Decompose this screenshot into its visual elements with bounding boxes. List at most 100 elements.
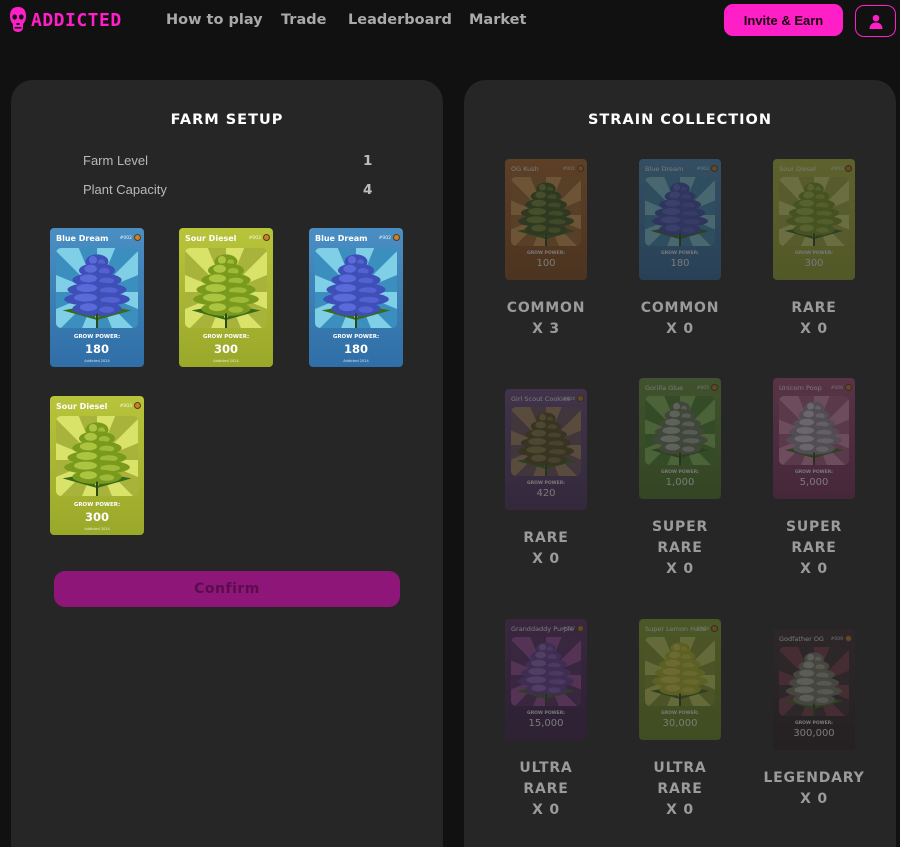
- card-number: #007: [562, 627, 575, 632]
- card-strain-name: Blue Dream: [315, 234, 368, 243]
- card-number: #009: [830, 637, 843, 642]
- card-strain-name: Godfather OG: [779, 635, 824, 643]
- grow-power-value: 300,000: [793, 728, 835, 739]
- card-image: [56, 416, 138, 496]
- profile-button[interactable]: [855, 5, 896, 37]
- nav-market[interactable]: Market: [469, 12, 526, 28]
- rarity-text: COMMON: [506, 300, 586, 316]
- card-number: #008: [696, 627, 709, 632]
- farm-plant-card[interactable]: Blue Dream #002 GROW POWER: 180 Addicted …: [50, 228, 144, 367]
- card-footer: Addicted 2024: [84, 527, 110, 531]
- strain-collection-card[interactable]: Unicorn Poop #006 GROW POWER: 5,000: [773, 378, 855, 499]
- card-number: #003: [248, 236, 261, 241]
- strain-collection-card[interactable]: Granddaddy Purple #007 GROW POWER: 15,00…: [505, 619, 587, 740]
- card-image: [185, 248, 267, 328]
- strain-collection-card[interactable]: OG Kush #001 GROW POWER: 100: [505, 159, 587, 280]
- card-number: #005: [696, 386, 709, 391]
- grow-power-label: GROW POWER:: [73, 502, 121, 508]
- grow-power-label: GROW POWER:: [795, 721, 833, 726]
- owned-count: X 0: [532, 802, 560, 818]
- nav-how-to-play[interactable]: How to play: [166, 12, 263, 28]
- rarity-text: RARE: [657, 540, 703, 556]
- card-image: [779, 177, 849, 246]
- farm-plant-card[interactable]: Sour Diesel #003 GROW POWER: 300 Addicted…: [179, 228, 273, 367]
- card-strain-name: Girl Scout Cookies: [511, 395, 571, 403]
- strain-art: [779, 396, 849, 465]
- card-number: #004: [562, 397, 575, 402]
- grow-power-value: 300: [213, 342, 238, 356]
- badge-icon: [711, 625, 718, 632]
- owned-count: X 0: [666, 321, 694, 337]
- rarity-label: COMMON X 3: [481, 298, 611, 340]
- card-number: #002: [696, 167, 709, 172]
- strain-art: [779, 647, 849, 716]
- grow-power-label: GROW POWER:: [661, 470, 699, 475]
- strain-art: [645, 177, 715, 246]
- rarity-text: ULTRA: [653, 760, 707, 776]
- card-strain-name: Blue Dream: [645, 165, 684, 173]
- strain-collection-card[interactable]: Blue Dream #002 GROW POWER: 180: [639, 159, 721, 280]
- badge-icon: [845, 165, 852, 172]
- card-number: #006: [830, 386, 843, 391]
- grow-power-label: GROW POWER:: [73, 334, 121, 340]
- card-strain-name: Blue Dream: [56, 234, 109, 243]
- invite-earn-button[interactable]: Invite & Earn: [724, 4, 843, 36]
- badge-icon: [845, 384, 852, 391]
- grow-power-value: 5,000: [799, 477, 829, 488]
- card-strain-name: Sour Diesel: [185, 234, 237, 243]
- badge-icon: [711, 165, 718, 172]
- skull-mask-icon: [10, 7, 26, 32]
- grow-power-label: GROW POWER:: [332, 334, 380, 340]
- badge-icon: [134, 402, 141, 409]
- grow-power-label: GROW POWER:: [202, 334, 250, 340]
- owned-count: X 0: [800, 561, 828, 577]
- strain-collection-panel: STRAIN COLLECTION OG Kush #001 GROW POWE…: [464, 80, 896, 847]
- card-strain-name: OG Kush: [511, 165, 539, 173]
- grow-power-value: 1,000: [665, 477, 695, 488]
- strain-collection-card[interactable]: Girl Scout Cookies #004 GROW POWER: 420: [505, 389, 587, 510]
- rarity-text: RARE: [523, 530, 569, 546]
- card-footer: Addicted 2024: [213, 359, 239, 363]
- card-image: [56, 248, 138, 328]
- grow-power-label: GROW POWER:: [661, 251, 699, 256]
- strain-collection-card[interactable]: Sour Diesel #003 GROW POWER: 300: [773, 159, 855, 280]
- strain-art: [185, 248, 267, 328]
- rarity-label: COMMON X 0: [615, 298, 745, 340]
- farm-plant-card[interactable]: Blue Dream #002 GROW POWER: 180 Addicted …: [309, 228, 403, 367]
- strain-collection-card[interactable]: Super Lemon Haze #008 GROW POWER: 30,000: [639, 619, 721, 740]
- rarity-text: SUPER: [651, 519, 709, 535]
- farm-setup-title: FARM SETUP: [170, 112, 284, 128]
- card-strain-name: Unicorn Poop: [779, 384, 822, 392]
- strain-art: [56, 416, 138, 496]
- nav-leaderboard[interactable]: Leaderboard: [348, 12, 452, 28]
- badge-icon: [577, 625, 584, 632]
- card-number: #003: [119, 404, 132, 409]
- confirm-button[interactable]: Confirm: [54, 571, 400, 607]
- card-number: #002: [119, 236, 132, 241]
- card-image: [645, 177, 715, 246]
- strain-collection-card[interactable]: Gorilla Glue #005 GROW POWER: 1,000: [639, 378, 721, 499]
- farm-plant-card[interactable]: Sour Diesel #003 GROW POWER: 300 Addicted…: [50, 396, 144, 535]
- owned-count: X 3: [532, 321, 560, 337]
- card-image: [779, 647, 849, 716]
- badge-icon: [134, 234, 141, 241]
- plant-capacity-value: 4: [363, 182, 373, 198]
- grow-power-label: GROW POWER:: [527, 711, 565, 716]
- card-image: [511, 637, 581, 706]
- rarity-text: RARE: [791, 540, 837, 556]
- card-number: #002: [378, 236, 391, 241]
- rarity-label: ULTRA RARE X 0: [481, 758, 611, 821]
- strain-collection-card[interactable]: Godfather OG #009 GROW POWER: 300,000: [773, 629, 855, 750]
- rarity-text: ULTRA: [519, 760, 573, 776]
- card-image: [645, 396, 715, 465]
- logo[interactable]: ADDICTED: [9, 6, 122, 34]
- grow-power-label: GROW POWER:: [527, 251, 565, 256]
- strain-art: [779, 177, 849, 246]
- strain-art: [56, 248, 138, 328]
- rarity-text: RARE: [657, 781, 703, 797]
- card-footer: Addicted 2024: [343, 359, 369, 363]
- nav-trade[interactable]: Trade: [281, 12, 326, 28]
- card-image: [511, 407, 581, 476]
- badge-icon: [845, 635, 852, 642]
- owned-count: X 0: [666, 561, 694, 577]
